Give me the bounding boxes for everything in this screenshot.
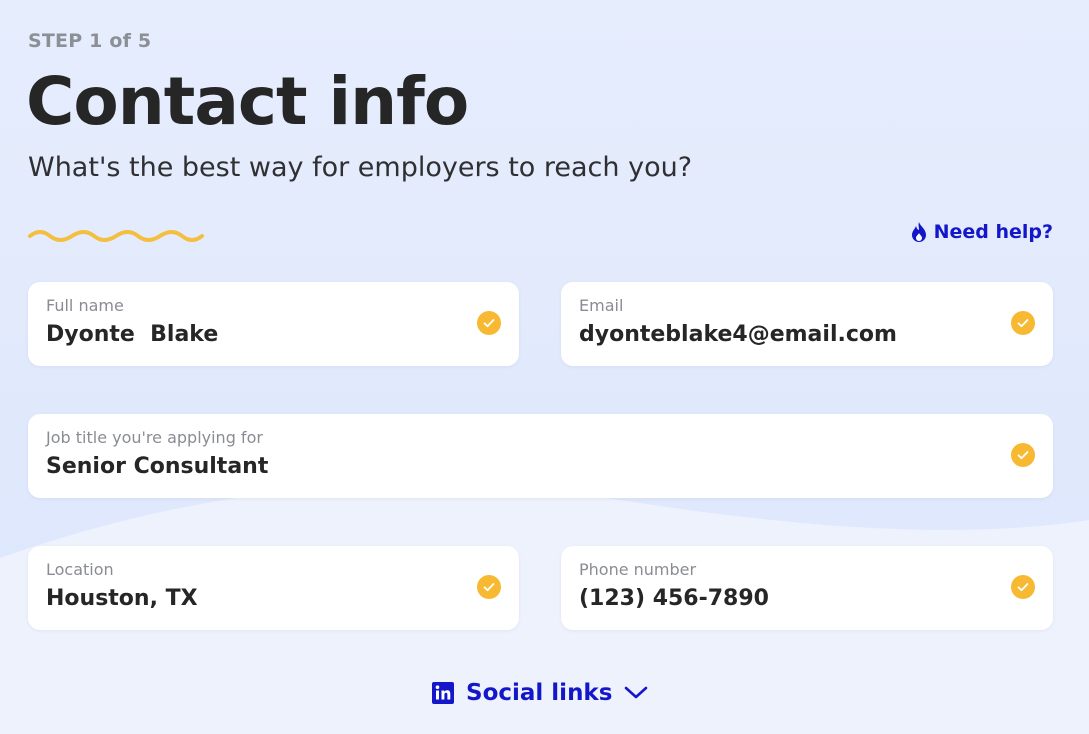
location-input[interactable]: Houston, TX [46, 586, 198, 611]
contact-info-step: STEP 1 of 5 Contact info What's the best… [0, 0, 1089, 734]
check-icon [1011, 575, 1035, 599]
chevron-down-icon [625, 686, 648, 699]
page-subtitle: What's the best way for employers to rea… [28, 152, 693, 183]
flame-icon [911, 222, 926, 242]
social-links-label: Social links [466, 680, 613, 706]
page-title: Contact info [26, 63, 469, 140]
check-icon [477, 311, 501, 335]
job-title-label: Job title you're applying for [46, 428, 263, 447]
job-title-field[interactable]: Job title you're applying for Senior Con… [28, 414, 1053, 498]
check-icon [477, 575, 501, 599]
full-name-label: Full name [46, 296, 124, 315]
location-label: Location [46, 560, 114, 579]
check-icon [1011, 311, 1035, 335]
email-field[interactable]: Email dyonteblake4@email.com [561, 282, 1053, 366]
phone-label: Phone number [579, 560, 697, 579]
email-label: Email [579, 296, 624, 315]
social-links-toggle[interactable]: Social links [432, 680, 648, 706]
full-name-field[interactable]: Full name Dyonte Blake [28, 282, 519, 366]
job-title-input[interactable]: Senior Consultant [46, 454, 268, 479]
linkedin-icon [432, 682, 454, 704]
need-help-link[interactable]: Need help? [910, 221, 1053, 243]
check-icon [1011, 443, 1035, 467]
full-name-input[interactable]: Dyonte Blake [46, 322, 218, 347]
location-field[interactable]: Location Houston, TX [28, 546, 519, 630]
decorative-squiggle [28, 230, 204, 242]
need-help-label: Need help? [933, 221, 1053, 243]
step-indicator: STEP 1 of 5 [28, 30, 152, 52]
email-input[interactable]: dyonteblake4@email.com [579, 322, 897, 347]
phone-input[interactable]: (123) 456-7890 [579, 586, 769, 611]
phone-field[interactable]: Phone number (123) 456-7890 [561, 546, 1053, 630]
